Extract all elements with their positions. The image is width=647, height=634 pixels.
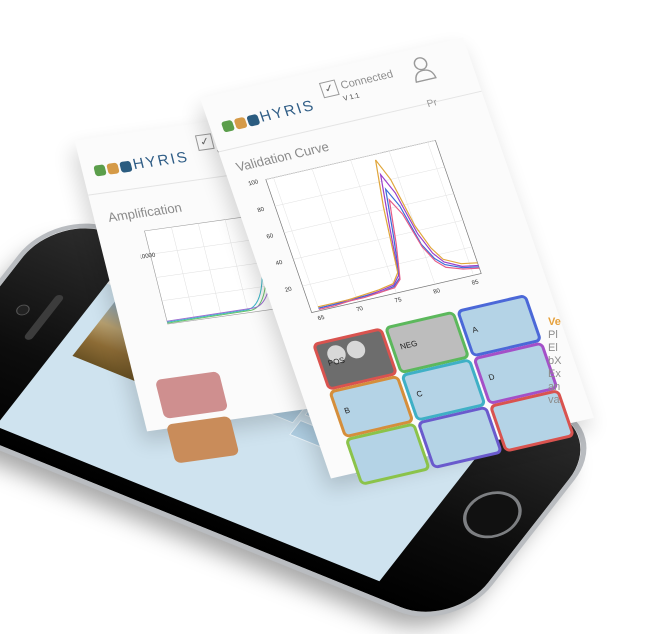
y-tick-label: 80: [257, 207, 266, 214]
y-tick-label: 40: [275, 260, 284, 267]
x-tick-label: 85: [471, 279, 480, 286]
user-icon[interactable]: [407, 54, 437, 84]
sample-label: A: [470, 324, 480, 335]
result-cell[interactable]: [154, 371, 229, 419]
sample-label: D: [487, 372, 496, 383]
sample-label: B: [343, 405, 352, 416]
y-tick-label: 20: [284, 286, 293, 293]
section-title: Amplification: [106, 199, 184, 225]
x-tick-label: 65: [317, 315, 326, 322]
version-label: V 1.1: [342, 92, 361, 103]
side-line: El: [548, 342, 558, 354]
y-tick-label: 100: [248, 179, 260, 187]
y-tick-label: 60: [266, 233, 275, 240]
sample-label: NEG: [398, 338, 419, 352]
side-line: Ex: [548, 368, 561, 380]
side-line: bX: [548, 355, 562, 367]
app-header: HYRIS ✓Connected V 1.1: [199, 37, 482, 153]
brand-logo: HYRIS: [92, 149, 191, 179]
brand-logo: HYRIS: [220, 97, 318, 134]
side-line: Pl: [548, 329, 558, 341]
side-text: Ve Pl El bX Ex an va: [548, 316, 561, 407]
sample-label: C: [415, 388, 424, 399]
side-title: Ve: [548, 316, 561, 328]
check-icon: ✓: [318, 79, 340, 99]
well-icon: [344, 338, 368, 361]
check-icon: ✓: [194, 133, 215, 151]
x-tick-label: 80: [433, 288, 442, 295]
x-tick-label: 75: [394, 297, 403, 304]
x-tick-label: 70: [356, 306, 365, 313]
side-line: va: [548, 394, 560, 406]
side-line: an: [548, 381, 561, 393]
